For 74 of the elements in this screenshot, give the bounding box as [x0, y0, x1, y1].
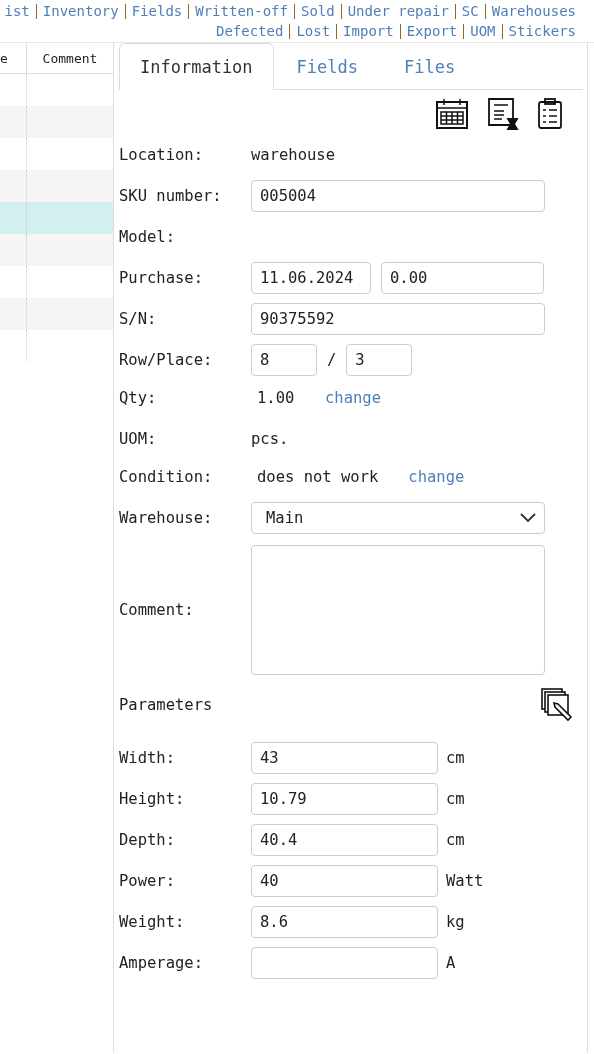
- nav-link[interactable]: SC: [461, 1, 479, 21]
- tab[interactable]: Information: [119, 43, 274, 90]
- input-field[interactable]: 90375592: [251, 303, 545, 335]
- field-value: does not work: [256, 468, 380, 486]
- field-value: pcs.: [251, 430, 289, 448]
- parameter-field[interactable]: 40: [251, 865, 438, 897]
- nav-link[interactable]: Lost: [296, 21, 331, 41]
- nav-link[interactable]: Export: [406, 21, 458, 41]
- warehouse-dropdown[interactable]: Main: [251, 502, 545, 534]
- document-hourglass-icon[interactable]: [487, 97, 519, 131]
- field-label: Warehouse:: [119, 509, 214, 527]
- tab[interactable]: Files: [381, 43, 479, 90]
- parameter-label: Weight:: [119, 913, 186, 931]
- unit-label: cm: [446, 831, 465, 849]
- field-label: Location:: [119, 146, 204, 164]
- nav-link[interactable]: UOM: [470, 21, 496, 41]
- nav-link[interactable]: Under repair: [347, 1, 449, 21]
- field-label: S/N:: [119, 310, 158, 328]
- row-field[interactable]: 8: [251, 344, 317, 376]
- separator-text: /: [327, 351, 337, 369]
- nav-link[interactable]: Inventory: [42, 1, 119, 21]
- comment-field[interactable]: [251, 545, 545, 675]
- edit-pages-icon[interactable]: [541, 688, 575, 722]
- section-title: Parameters: [119, 696, 214, 714]
- table-row[interactable]: [0, 234, 113, 266]
- nav-link[interactable]: Import: [343, 21, 394, 41]
- field-label: Purchase:: [119, 269, 204, 287]
- parameter-label: Power:: [119, 872, 176, 890]
- unit-label: kg: [446, 913, 465, 931]
- nav-link[interactable]: Fields: [131, 1, 183, 21]
- parameter-field[interactable]: 43: [251, 742, 438, 774]
- parameter-field[interactable]: 8.6: [251, 906, 438, 938]
- field-label: SKU number:: [119, 187, 223, 205]
- table-row[interactable]: [0, 106, 113, 138]
- parameter-field[interactable]: [251, 947, 438, 979]
- table-row[interactable]: [0, 298, 113, 330]
- nav-link[interactable]: Defected: [215, 21, 284, 41]
- unit-label: A: [446, 954, 456, 972]
- table-row[interactable]: [0, 202, 113, 234]
- column-header[interactable]: e: [0, 43, 27, 73]
- field-label: Row/Place:: [119, 351, 214, 369]
- field-label: Qty:: [119, 389, 158, 407]
- price-field[interactable]: 0.00: [381, 262, 544, 294]
- parameter-field[interactable]: 40.4: [251, 824, 438, 856]
- unit-label: cm: [446, 790, 465, 808]
- nav-link[interactable]: Warehouses: [491, 1, 576, 21]
- nav-link[interactable]: Sold: [300, 1, 335, 21]
- chevron-down-icon: [520, 513, 536, 523]
- field-label: Comment:: [119, 601, 195, 619]
- parameter-field[interactable]: 10.79: [251, 783, 438, 815]
- field-label: Condition:: [119, 468, 214, 486]
- field-label: Model:: [119, 228, 176, 246]
- unit-label: Watt: [446, 872, 484, 890]
- field-label: UOM:: [119, 430, 158, 448]
- column-header[interactable]: Comment: [27, 43, 113, 73]
- clipboard-list-icon[interactable]: [537, 98, 563, 130]
- nav-link[interactable]: Stickers: [508, 21, 576, 41]
- parameter-label: Height:: [119, 790, 186, 808]
- parameter-label: Amperage:: [119, 954, 204, 972]
- change-link[interactable]: change: [408, 468, 465, 486]
- input-field[interactable]: 005004: [251, 180, 545, 212]
- calendar-icon[interactable]: [435, 98, 469, 130]
- table-row[interactable]: [0, 170, 113, 202]
- unit-label: cm: [446, 749, 465, 767]
- change-link[interactable]: change: [325, 389, 381, 407]
- parameter-label: Width:: [119, 749, 176, 767]
- field-value: warehouse: [251, 146, 335, 164]
- parameter-label: Depth:: [119, 831, 176, 849]
- tab[interactable]: Fields: [273, 43, 381, 90]
- place-field[interactable]: 3: [346, 344, 413, 376]
- nav-link[interactable]: ist: [4, 1, 30, 21]
- field-value: 1.00: [256, 389, 296, 407]
- date-field[interactable]: 11.06.2024: [251, 262, 371, 294]
- nav-link[interactable]: Written-off: [195, 1, 288, 21]
